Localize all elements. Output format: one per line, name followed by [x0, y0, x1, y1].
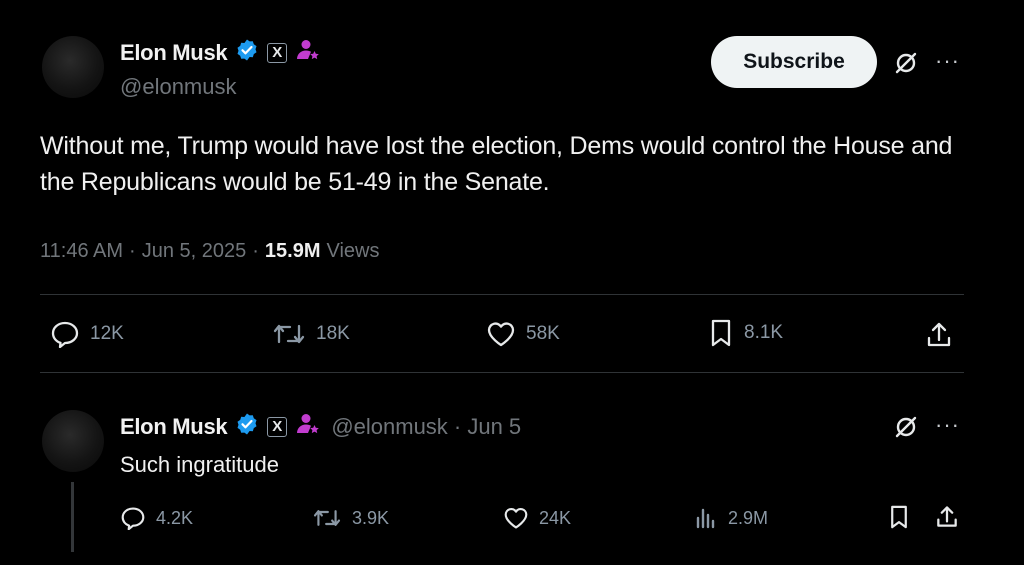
reply-bookmark-button[interactable] [888, 504, 910, 535]
reply-icon [51, 321, 79, 348]
tweet-time[interactable]: 11:46 AM [40, 240, 123, 263]
views-count: 15.9M [264, 240, 321, 262]
more-icon[interactable]: ··· [935, 48, 960, 74]
verified-badge-icon [235, 38, 259, 67]
reply-handle-date[interactable]: @elonmusk · Jun 5 [331, 414, 521, 440]
author-name[interactable]: Elon Musk [120, 40, 228, 66]
x-badge-icon: X [267, 416, 288, 437]
reply-icon [121, 507, 145, 530]
reply-like-button[interactable]: 24K [503, 506, 571, 530]
reply-like-count: 24K [539, 507, 572, 528]
reply-author-name[interactable]: Elon Musk [120, 414, 228, 440]
share-icon [927, 322, 951, 347]
reply-button[interactable]: 12K [50, 320, 124, 348]
reply-author-avatar[interactable] [42, 410, 104, 472]
reply-repost-button[interactable]: 3.9K [312, 506, 389, 530]
share-button[interactable] [924, 320, 954, 355]
reply-reply-count: 4.2K [156, 507, 194, 528]
reply-repost-count: 3.9K [352, 507, 390, 528]
repost-icon [273, 324, 305, 344]
tweet-text: Without me, Trump would have lost the el… [40, 132, 953, 196]
x-badge-icon: X [267, 42, 288, 63]
like-button[interactable]: 58K [486, 320, 560, 348]
author-avatar[interactable] [42, 36, 104, 98]
reply-count: 12K [90, 323, 124, 344]
grok-icon[interactable] [893, 50, 919, 81]
like-icon [504, 507, 528, 529]
bookmark-button[interactable]: 8.1K [708, 318, 783, 348]
subscribe-button[interactable]: Subscribe [711, 36, 877, 88]
reply-views-count: 2.9M [728, 507, 769, 528]
like-icon [487, 322, 515, 347]
bookmark-icon [711, 319, 731, 347]
author-handle[interactable]: @elonmusk [120, 74, 237, 100]
bookmark-count: 8.1K [744, 322, 784, 343]
verified-badge-icon [235, 412, 259, 441]
repost-icon [313, 510, 341, 526]
reply-text: Such ingratitude [120, 452, 279, 477]
views-label: Views [326, 240, 380, 262]
reply-reply-button[interactable]: 4.2K [120, 506, 193, 530]
tweet-meta: 11:46 AM · Jun 5, 2025 · 15.9M Views [40, 240, 380, 263]
thread-line [71, 482, 74, 552]
grok-icon[interactable] [893, 414, 919, 445]
repost-button[interactable]: 18K [272, 320, 350, 348]
divider [40, 372, 964, 373]
more-icon[interactable]: ··· [935, 412, 960, 438]
views-icon [696, 508, 715, 529]
affiliate-icon [295, 412, 321, 441]
meta-separator: · [129, 240, 136, 262]
like-count: 58K [526, 323, 560, 344]
bookmark-icon [891, 505, 907, 529]
reply-views-button[interactable]: 2.9M [694, 506, 768, 530]
repost-count: 18K [316, 323, 350, 344]
share-icon [937, 506, 957, 527]
divider [40, 294, 964, 295]
affiliate-icon [295, 38, 321, 67]
meta-separator: · [252, 240, 259, 262]
reply-share-button[interactable] [934, 503, 960, 536]
tweet-date[interactable]: Jun 5, 2025 [142, 240, 247, 263]
